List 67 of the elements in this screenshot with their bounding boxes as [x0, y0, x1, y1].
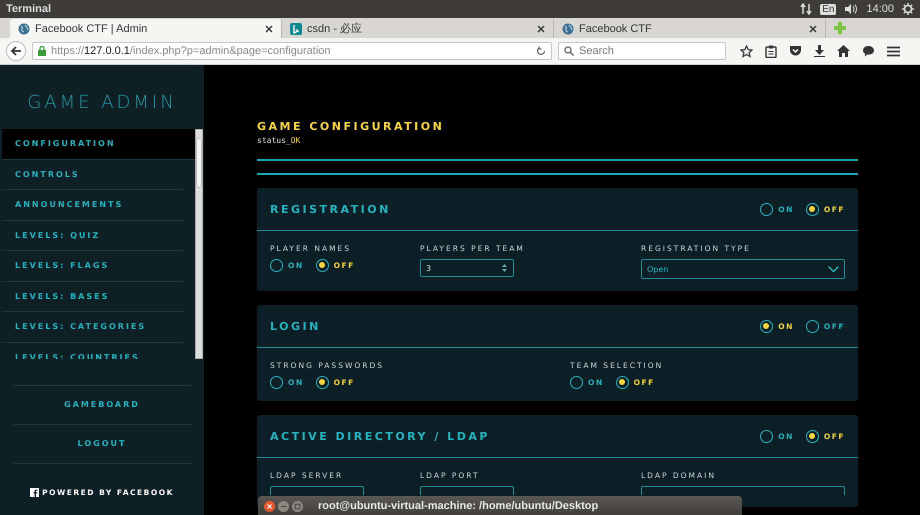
clock[interactable]: 14:00 — [866, 3, 894, 15]
clipboard-icon[interactable] — [765, 44, 777, 58]
download-icon[interactable] — [814, 45, 825, 57]
radio-button[interactable] — [760, 202, 774, 216]
terminal-window-titlebar[interactable]: root@ubuntu-virtual-machine: /home/ubuntu/Desktop — [258, 496, 742, 515]
globe-icon — [562, 22, 574, 34]
section-title: ACTIVE DIRECTORY / LDAP — [270, 430, 490, 442]
radio-button[interactable] — [806, 202, 819, 216]
radio-button[interactable] — [270, 376, 283, 389]
keyboard-indicator[interactable]: En — [820, 4, 836, 14]
radio-button[interactable] — [616, 376, 629, 389]
radio-button[interactable] — [570, 376, 583, 389]
number-field[interactable]: 3 — [420, 259, 514, 277]
radio-button[interactable] — [760, 320, 774, 332]
scrollbar-thumb[interactable] — [196, 138, 202, 188]
lock-icon — [38, 46, 46, 56]
close-icon[interactable] — [265, 24, 273, 32]
search-field[interactable]: Search — [558, 42, 726, 60]
spinner-icon[interactable] — [502, 264, 507, 272]
radio-button[interactable] — [806, 430, 819, 442]
sidebar-item[interactable]: CONFIGURATION — [2, 129, 195, 160]
window-title: root@ubuntu-virtual-machine: /home/ubuntu/Desktop — [318, 500, 598, 512]
chat-bubble-icon[interactable] — [862, 45, 875, 57]
select-dropdown[interactable]: Open — [641, 259, 845, 279]
status-text: status_OK — [257, 136, 302, 145]
gear-icon[interactable] — [902, 3, 914, 15]
section-title: REGISTRATION — [270, 202, 391, 216]
back-arrow-icon — [10, 45, 22, 57]
network-arrows-icon[interactable] — [800, 3, 812, 15]
chevron-down-icon — [828, 266, 839, 272]
back-button[interactable] — [6, 41, 26, 61]
sidebar-item[interactable]: CONTROLS — [2, 160, 183, 190]
section-title: LOGIN — [270, 320, 321, 332]
menu-icon[interactable] — [887, 46, 900, 56]
close-icon[interactable] — [264, 500, 275, 512]
input-field[interactable] — [420, 486, 514, 495]
radio-button[interactable] — [316, 259, 329, 272]
close-icon[interactable] — [809, 24, 817, 32]
radio-button[interactable] — [270, 259, 283, 272]
input-field[interactable] — [270, 486, 364, 495]
sidebar-item[interactable]: LEVELS: BASES — [2, 282, 183, 312]
radio-button[interactable] — [760, 430, 774, 442]
reload-icon[interactable] — [536, 46, 546, 56]
sidebar-item[interactable]: LEVELS: CATEGORIES — [2, 312, 183, 342]
sidebar-link[interactable]: GAMEBOARD — [13, 386, 191, 425]
bing-logo-icon — [290, 22, 302, 34]
page-title: GAME CONFIGURATION — [257, 120, 446, 133]
scrollbar[interactable] — [195, 129, 203, 359]
sidebar-item[interactable]: LEVELS: QUIZ — [2, 220, 183, 251]
volume-icon[interactable] — [844, 3, 858, 15]
globe-icon — [18, 22, 30, 34]
maximize-icon[interactable] — [292, 500, 303, 512]
app-title: Terminal — [6, 3, 52, 15]
sidebar-item[interactable]: ANNOUNCEMENTS — [2, 190, 183, 220]
pocket-icon[interactable] — [789, 45, 802, 57]
sidebar-item[interactable]: LEVELS: FLAGS — [2, 251, 183, 282]
browser-tab[interactable]: Facebook CTF | Admin — [10, 19, 282, 38]
radio-button[interactable] — [806, 320, 819, 332]
star-icon[interactable] — [740, 44, 753, 58]
facebook-logo-icon — [30, 488, 40, 497]
sidebar-title: GAME ADMIN — [26, 91, 178, 115]
sidebar-link[interactable]: LOGOUT — [13, 425, 191, 464]
close-icon[interactable] — [537, 24, 545, 32]
home-icon[interactable] — [837, 45, 850, 57]
radio-button[interactable] — [316, 376, 329, 389]
input-field[interactable] — [641, 486, 845, 495]
url-field[interactable]: https://127.0.0.1/index.php?p=admin&page=configuration — [32, 42, 552, 60]
